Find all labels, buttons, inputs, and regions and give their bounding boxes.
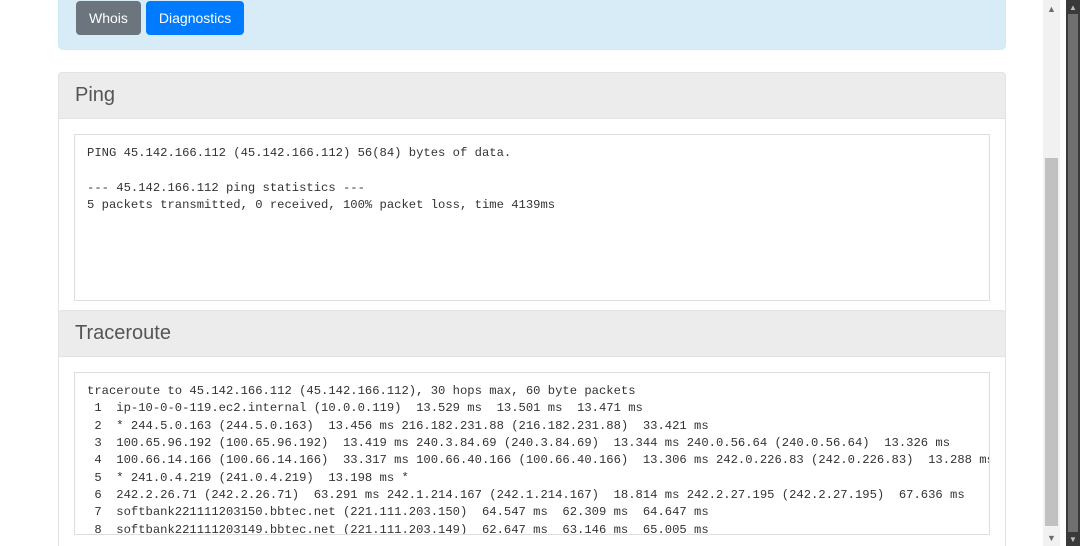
whois-button[interactable]: Whois [76, 1, 141, 35]
traceroute-heading: Traceroute [59, 311, 1005, 357]
ping-output[interactable]: PING 45.142.166.112 (45.142.166.112) 56(… [74, 134, 990, 301]
scroll-down-icon[interactable]: ▼ [1066, 532, 1080, 546]
action-panel: Whois Diagnostics [58, 0, 1006, 50]
window-scrollbar[interactable]: ▲ ▼ [1066, 0, 1080, 546]
button-row: Whois Diagnostics [76, 1, 988, 35]
page-content: Whois Diagnostics Ping PING 45.142.166.1… [0, 0, 1060, 546]
scroll-up-icon[interactable]: ▲ [1066, 0, 1080, 14]
scroll-down-icon[interactable]: ▼ [1043, 529, 1060, 546]
viewport: Whois Diagnostics Ping PING 45.142.166.1… [0, 0, 1080, 546]
page-scrollbar[interactable]: ▲ ▼ [1043, 0, 1060, 546]
page-scrollbar-thumb[interactable] [1045, 158, 1058, 526]
traceroute-output[interactable]: traceroute to 45.142.166.112 (45.142.166… [74, 372, 990, 535]
ping-body: PING 45.142.166.112 (45.142.166.112) 56(… [59, 119, 1005, 316]
window-scrollbar-thumb[interactable] [1068, 14, 1078, 532]
scroll-up-icon[interactable]: ▲ [1043, 0, 1060, 17]
traceroute-panel: Traceroute traceroute to 45.142.166.112 … [58, 310, 1006, 546]
diagnostics-button[interactable]: Diagnostics [146, 1, 244, 35]
ping-panel: Ping PING 45.142.166.112 (45.142.166.112… [58, 72, 1006, 317]
traceroute-body: traceroute to 45.142.166.112 (45.142.166… [59, 357, 1005, 546]
ping-heading: Ping [59, 73, 1005, 119]
